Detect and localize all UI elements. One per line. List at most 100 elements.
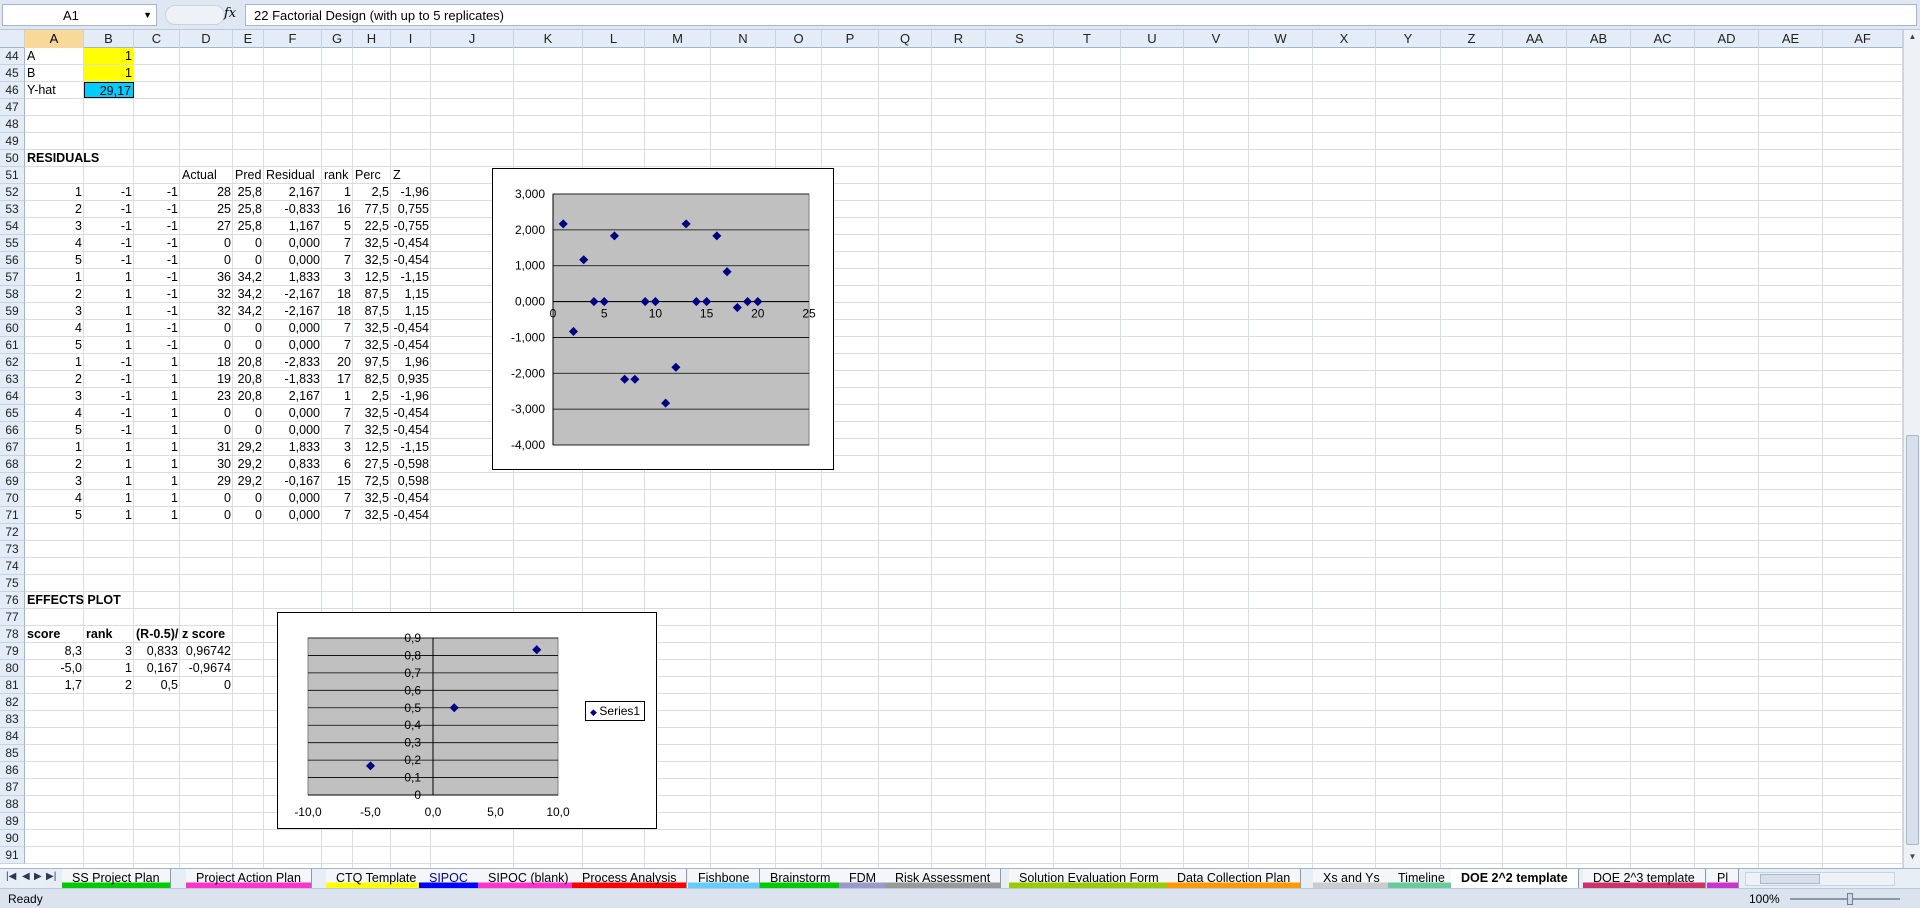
residuals-cell[interactable]: -1 bbox=[134, 320, 180, 337]
residuals-header[interactable]: Perc bbox=[353, 167, 391, 184]
last-sheet-icon[interactable]: ▶| bbox=[46, 871, 56, 882]
residuals-cell[interactable]: 5 bbox=[322, 218, 353, 235]
residuals-cell[interactable]: 0,935 bbox=[391, 371, 431, 388]
residuals-cell[interactable]: 0 bbox=[180, 405, 233, 422]
residuals-cell[interactable]: 18 bbox=[322, 286, 353, 303]
residuals-cell[interactable]: 1 bbox=[84, 456, 134, 473]
residuals-cell[interactable]: 1 bbox=[84, 490, 134, 507]
residuals-cell[interactable]: -1 bbox=[84, 388, 134, 405]
residuals-cell[interactable]: 2 bbox=[25, 371, 84, 388]
prev-sheet-icon[interactable]: ◀ bbox=[22, 871, 30, 882]
residuals-cell[interactable]: -0,454 bbox=[391, 252, 431, 269]
effects-cell[interactable]: 2 bbox=[84, 677, 134, 694]
cell-yhat-label[interactable]: Y-hat bbox=[25, 82, 84, 99]
residuals-cell[interactable]: 1 bbox=[134, 456, 180, 473]
row-header-62[interactable]: 62 bbox=[0, 354, 25, 371]
residuals-cell[interactable]: 34,2 bbox=[233, 303, 264, 320]
row-header-86[interactable]: 86 bbox=[0, 762, 25, 779]
row-header-60[interactable]: 60 bbox=[0, 320, 25, 337]
row-header-44[interactable]: 44 bbox=[0, 48, 25, 65]
residuals-title[interactable]: RESIDUALS bbox=[25, 150, 101, 167]
residuals-cell[interactable]: -1 bbox=[84, 252, 134, 269]
effects-cell[interactable]: 0,5 bbox=[134, 677, 180, 694]
row-header-63[interactable]: 63 bbox=[0, 371, 25, 388]
residuals-cell[interactable]: 0 bbox=[180, 252, 233, 269]
residuals-cell[interactable]: 82,5 bbox=[353, 371, 391, 388]
residuals-cell[interactable]: 12,5 bbox=[353, 439, 391, 456]
residuals-cell[interactable]: 0 bbox=[180, 320, 233, 337]
residuals-cell[interactable]: -1,15 bbox=[391, 269, 431, 286]
residuals-cell[interactable]: 0 bbox=[180, 507, 233, 524]
residuals-cell[interactable]: 87,5 bbox=[353, 303, 391, 320]
column-header-p[interactable]: P bbox=[822, 30, 879, 48]
row-header-80[interactable]: 80 bbox=[0, 660, 25, 677]
effects-cell[interactable]: 0,833 bbox=[134, 643, 180, 660]
sheet-tab[interactable]: Timeline bbox=[1388, 869, 1456, 888]
effects-cell[interactable]: 0,167 bbox=[134, 660, 180, 677]
effects-cell[interactable]: -0,9674 bbox=[180, 660, 233, 677]
residuals-cell[interactable]: 7 bbox=[322, 490, 353, 507]
row-header-87[interactable]: 87 bbox=[0, 779, 25, 796]
residuals-cell[interactable]: 32,5 bbox=[353, 337, 391, 354]
column-header-f[interactable]: F bbox=[264, 30, 322, 48]
residuals-cell[interactable]: 1 bbox=[84, 286, 134, 303]
row-header-61[interactable]: 61 bbox=[0, 337, 25, 354]
effects-cell[interactable]: 0,96742 bbox=[180, 643, 233, 660]
residuals-cell[interactable]: -0,454 bbox=[391, 320, 431, 337]
residuals-cell[interactable]: -1 bbox=[134, 235, 180, 252]
sheet-tab[interactable]: Project Action Plan bbox=[186, 869, 312, 888]
column-header-q[interactable]: Q bbox=[879, 30, 932, 48]
residuals-cell[interactable]: -1 bbox=[84, 405, 134, 422]
effects-chart[interactable]: 0,9 0,8 0,7 0,6 0,5 0,4 0,3 0,2 0,1 0 -10,0 -5,0 0,0… bbox=[277, 612, 657, 829]
residuals-cell[interactable]: 22,5 bbox=[353, 218, 391, 235]
residuals-cell[interactable]: 15 bbox=[322, 473, 353, 490]
row-header-59[interactable]: 59 bbox=[0, 303, 25, 320]
name-box[interactable]: A1 ▼ bbox=[2, 4, 157, 26]
effects-header[interactable]: (R-0.5)/ bbox=[134, 626, 180, 643]
residuals-cell[interactable]: 18 bbox=[180, 354, 233, 371]
residuals-cell[interactable]: 1 bbox=[84, 473, 134, 490]
residuals-cell[interactable]: -1 bbox=[84, 201, 134, 218]
residuals-cell[interactable]: 1 bbox=[84, 337, 134, 354]
column-header-u[interactable]: U bbox=[1121, 30, 1184, 48]
residuals-cell[interactable]: 5 bbox=[25, 507, 84, 524]
residuals-cell[interactable]: 29,2 bbox=[233, 439, 264, 456]
sheet-tab[interactable]: Brainstorm bbox=[760, 869, 842, 888]
column-header-s[interactable]: S bbox=[986, 30, 1054, 48]
residuals-cell[interactable]: 2 bbox=[25, 201, 84, 218]
column-header-ac[interactable]: AC bbox=[1631, 30, 1695, 48]
row-header-67[interactable]: 67 bbox=[0, 439, 25, 456]
residuals-cell[interactable]: -0,454 bbox=[391, 405, 431, 422]
row-header-58[interactable]: 58 bbox=[0, 286, 25, 303]
cell-factor-a-value[interactable]: 1 bbox=[84, 48, 134, 64]
residuals-cell[interactable]: 1 bbox=[25, 184, 84, 201]
residuals-cell[interactable]: 25,8 bbox=[233, 201, 264, 218]
row-header-51[interactable]: 51 bbox=[0, 167, 25, 184]
residuals-chart[interactable]: 3,000 2,000 1,000 0,000 -1,000 -2,000 -3,000 -4… bbox=[492, 168, 834, 470]
residuals-cell[interactable]: 32,5 bbox=[353, 235, 391, 252]
column-header-t[interactable]: T bbox=[1054, 30, 1121, 48]
column-header-o[interactable]: O bbox=[776, 30, 822, 48]
residuals-cell[interactable]: -1 bbox=[84, 371, 134, 388]
residuals-cell[interactable]: 36 bbox=[180, 269, 233, 286]
residuals-cell[interactable]: 0 bbox=[233, 320, 264, 337]
residuals-cell[interactable]: -1,96 bbox=[391, 388, 431, 405]
row-header-46[interactable]: 46 bbox=[0, 82, 25, 99]
residuals-cell[interactable]: -0,755 bbox=[391, 218, 431, 235]
residuals-cell[interactable]: 20,8 bbox=[233, 371, 264, 388]
residuals-cell[interactable]: 23 bbox=[180, 388, 233, 405]
column-header-ab[interactable]: AB bbox=[1567, 30, 1631, 48]
residuals-cell[interactable]: 29,2 bbox=[233, 473, 264, 490]
residuals-cell[interactable]: 0,000 bbox=[264, 405, 322, 422]
residuals-cell[interactable]: 0 bbox=[233, 422, 264, 439]
residuals-cell[interactable]: 72,5 bbox=[353, 473, 391, 490]
residuals-cell[interactable]: 20,8 bbox=[233, 354, 264, 371]
next-sheet-icon[interactable]: ▶ bbox=[34, 871, 42, 882]
column-header-r[interactable]: R bbox=[932, 30, 986, 48]
residuals-cell[interactable]: 0,833 bbox=[264, 456, 322, 473]
residuals-cell[interactable]: 1 bbox=[134, 439, 180, 456]
residuals-cell[interactable]: 27 bbox=[180, 218, 233, 235]
residuals-cell[interactable]: 3 bbox=[25, 388, 84, 405]
residuals-cell[interactable]: -0,833 bbox=[264, 201, 322, 218]
row-header-53[interactable]: 53 bbox=[0, 201, 25, 218]
